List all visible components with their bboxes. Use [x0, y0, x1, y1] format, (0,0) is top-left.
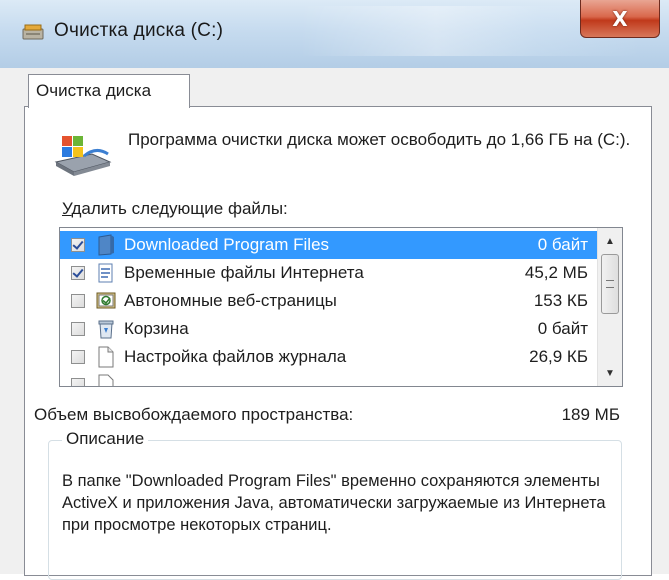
close-button[interactable]: X — [580, 0, 660, 38]
tab-disk-cleanup[interactable]: Очистка диска — [28, 74, 190, 108]
checkbox[interactable] — [71, 294, 85, 308]
space-label: Объем высвобождаемого пространства: — [34, 405, 354, 424]
blank-file-icon — [98, 374, 114, 386]
item-size: 45,2 МБ — [524, 263, 588, 282]
close-icon: X — [612, 6, 628, 31]
summary-text: Программа очистки диска может освободить… — [128, 130, 631, 149]
list-scrollbar[interactable]: ▲ ▼ — [597, 228, 622, 386]
scroll-down-arrow-icon[interactable]: ▼ — [598, 362, 622, 384]
item-name: Настройка файлов журнала — [124, 347, 347, 366]
scroll-up-arrow-icon[interactable]: ▲ — [598, 230, 622, 252]
item-name: Корзина — [124, 319, 189, 338]
list-item[interactable]: Временные файлы Интернета 45,2 МБ — [60, 259, 598, 287]
item-size: 26,9 КБ — [529, 347, 588, 366]
checkbox[interactable] — [71, 322, 85, 336]
checkbox[interactable] — [71, 266, 85, 280]
folder-icon — [98, 234, 114, 256]
window-title: Очистка диска (C:) — [54, 20, 224, 41]
disk-cleanup-icon — [22, 24, 44, 40]
list-item-partial[interactable] — [60, 371, 598, 386]
list-item[interactable]: Автономные веб-страницы 153 КБ — [60, 287, 598, 315]
files-to-delete-label: Удалить следующие файлы: — [62, 199, 288, 219]
disk-cleanup-illustration-icon — [54, 136, 112, 176]
item-name: Временные файлы Интернета — [124, 263, 364, 282]
item-size: 0 байт — [537, 319, 588, 338]
recycle-bin-icon — [98, 320, 114, 339]
space-value: 189 МБ — [561, 405, 620, 424]
item-name: Автономные веб-страницы — [124, 291, 337, 310]
checkbox[interactable] — [71, 238, 85, 252]
list-item[interactable]: Настройка файлов журнала 26,9 КБ — [60, 343, 598, 371]
description-text: В папке "Downloaded Program Files" време… — [62, 472, 606, 534]
list-item[interactable]: Downloaded Program Files 0 байт — [60, 231, 598, 259]
item-name: Downloaded Program Files — [124, 235, 330, 254]
tab-label: Очистка диска — [36, 81, 152, 100]
checkbox[interactable] — [71, 378, 85, 386]
files-listbox[interactable]: Downloaded Program Files 0 байт Временны… — [59, 227, 623, 387]
description-title: Описание — [62, 429, 149, 449]
item-size: 153 КБ — [533, 291, 588, 310]
list-item[interactable]: Корзина 0 байт — [60, 315, 598, 343]
item-size: 0 байт — [537, 235, 588, 254]
blank-file-icon — [98, 346, 114, 368]
files-to-delete-label-text: далить следующие файлы: — [71, 199, 288, 218]
checkbox[interactable] — [71, 350, 85, 364]
title-bar: Очистка диска (C:) X — [0, 0, 669, 69]
offline-pages-icon — [96, 292, 116, 309]
document-icon — [98, 263, 113, 283]
scroll-thumb[interactable] — [601, 254, 619, 314]
